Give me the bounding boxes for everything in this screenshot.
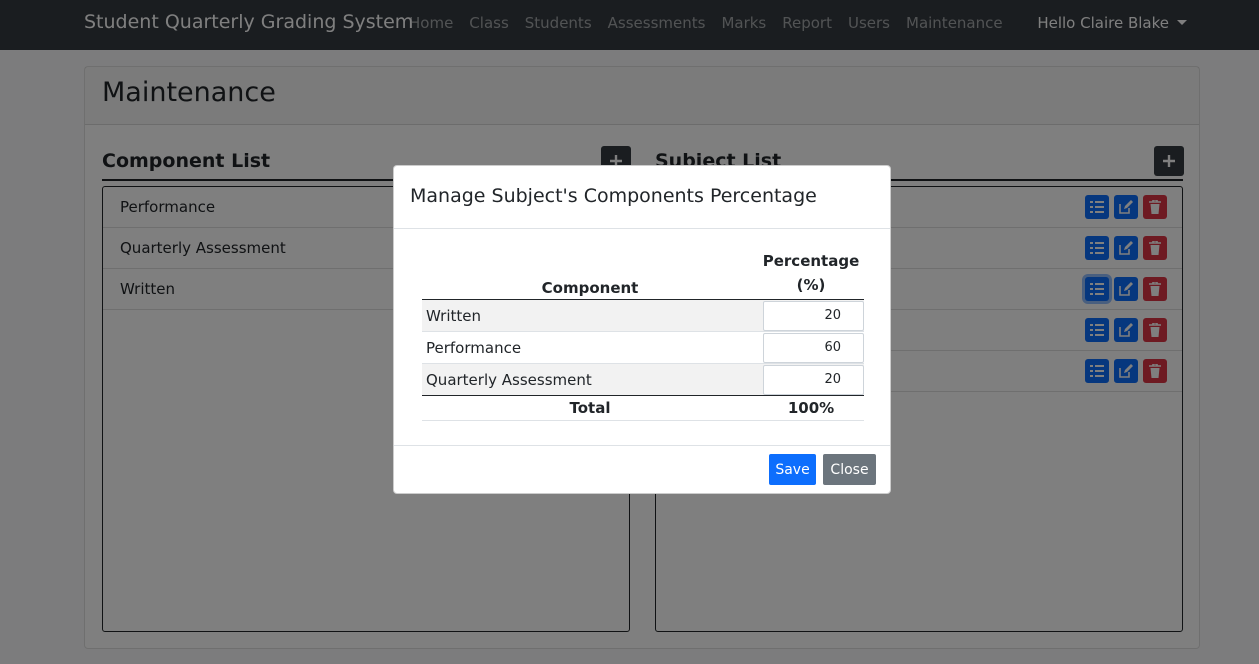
percentage-cell [758,300,864,332]
table-row: Quarterly Assessment [422,363,864,396]
modal-title: Manage Subject's Components Percentage [410,185,817,207]
modal-footer: Save Close [394,445,890,493]
save-button[interactable]: Save [769,454,816,485]
component-name: Performance [422,331,758,364]
percentage-input-performance[interactable] [763,332,864,363]
percentage-cell [758,331,864,364]
column-header-percentage: Percentage (%) [758,249,864,300]
percentage-input-written[interactable] [763,300,864,331]
percentage-input-quarterly-assessment[interactable] [763,364,864,395]
close-button[interactable]: Close [823,454,876,485]
total-row: Total 100% [422,395,864,421]
percentage-cell [758,363,864,396]
manage-components-modal: Manage Subject's Components Percentage C… [393,165,891,494]
component-name: Quarterly Assessment [422,363,758,396]
column-header-component: Component [422,249,758,300]
table-row: Written [422,299,864,332]
component-name: Written [426,306,481,325]
percentage-table: Component Percentage (%) Written Perform… [422,249,864,421]
total-label: Total [422,395,758,421]
table-row: Performance [422,331,864,364]
total-value: 100% [758,395,864,421]
modal-header: Manage Subject's Components Percentage [394,166,890,229]
